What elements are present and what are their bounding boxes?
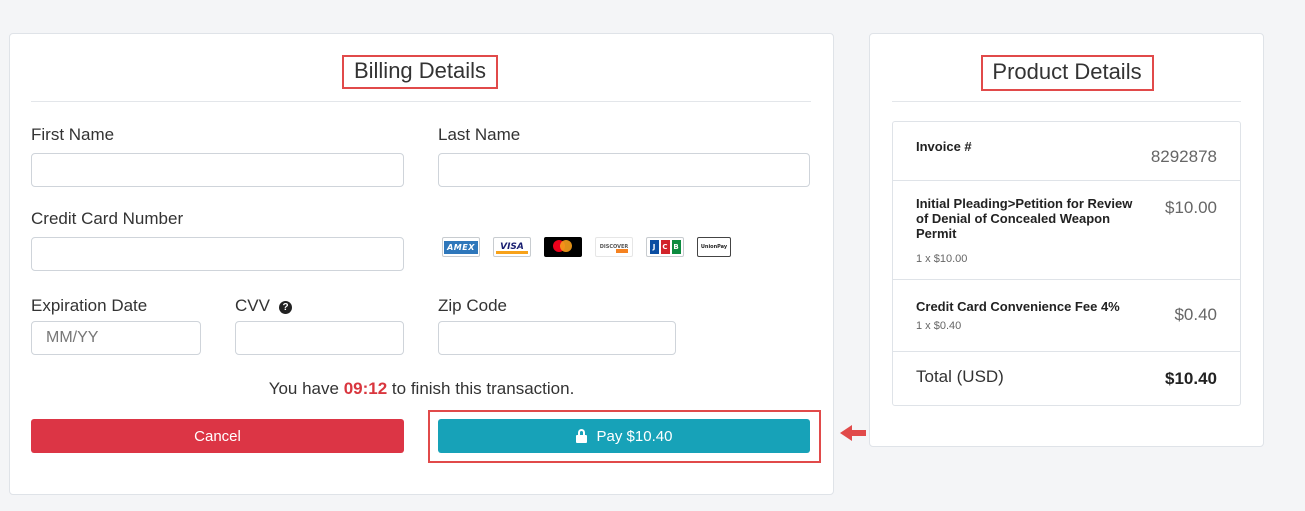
- cancel-button[interactable]: Cancel: [31, 419, 404, 453]
- invoice-row: Invoice # 8292878: [893, 122, 1240, 180]
- discover-card-icon: DISCOVER: [595, 237, 633, 257]
- card-brands-row: AMEX VISA DISCOVER JCB UnionPay: [442, 237, 731, 257]
- mastercard-card-icon: [544, 237, 582, 257]
- total-row: Total (USD) $10.40: [893, 351, 1240, 406]
- jcb-card-icon: JCB: [646, 237, 684, 257]
- invoice-number: 8292878: [1150, 147, 1217, 166]
- total-value: $10.40: [1165, 369, 1217, 388]
- line-item-row: Credit Card Convenience Fee 4% 1 x $0.40…: [893, 279, 1240, 351]
- unionpay-card-icon: UnionPay: [697, 237, 731, 257]
- card-number-input[interactable]: [31, 237, 404, 271]
- cvv-label: CVV: [235, 296, 270, 315]
- expiration-label: Expiration Date: [31, 296, 148, 315]
- line-item-name: Initial Pleading>Petition for Review of …: [916, 196, 1133, 241]
- billing-divider: [31, 101, 811, 102]
- timer-value: 09:12: [343, 379, 388, 398]
- line-item-row: Initial Pleading>Petition for Review of …: [893, 180, 1240, 279]
- pointer-arrow-icon: [840, 425, 868, 441]
- first-name-input[interactable]: [31, 153, 404, 187]
- last-name-label: Last Name: [438, 125, 521, 144]
- product-table: Invoice # 8292878 Initial Pleading>Petit…: [892, 121, 1241, 406]
- line-item-qty: 1 x $10.00: [916, 253, 968, 265]
- visa-card-icon: VISA: [493, 237, 531, 257]
- line-item-name: Credit Card Convenience Fee 4%: [916, 299, 1120, 314]
- card-number-label: Credit Card Number: [31, 209, 184, 228]
- expiration-input[interactable]: [31, 321, 201, 355]
- timer-suffix: to finish this transaction.: [391, 379, 575, 398]
- invoice-label: Invoice #: [916, 139, 972, 154]
- pay-button-highlight: [428, 410, 821, 463]
- line-item-qty: 1 x $0.40: [916, 320, 962, 332]
- line-item-price: $0.40: [1174, 305, 1217, 324]
- window-top-strip: [0, 0, 1305, 4]
- total-label: Total (USD): [916, 367, 1004, 386]
- product-divider: [892, 101, 1241, 102]
- product-title-highlight: [981, 55, 1154, 91]
- cvv-input[interactable]: [235, 321, 404, 355]
- amex-card-icon: AMEX: [442, 237, 480, 257]
- zip-input[interactable]: [438, 321, 676, 355]
- help-question-icon[interactable]: ?: [279, 301, 292, 314]
- billing-title-highlight: [342, 55, 498, 89]
- line-item-price: $10.00: [1165, 198, 1217, 217]
- timer-prefix: You have: [268, 379, 339, 398]
- timer-message: You have 09:12 to finish this transactio…: [9, 379, 834, 399]
- first-name-label: First Name: [31, 125, 115, 144]
- last-name-input[interactable]: [438, 153, 810, 187]
- zip-label: Zip Code: [438, 296, 507, 315]
